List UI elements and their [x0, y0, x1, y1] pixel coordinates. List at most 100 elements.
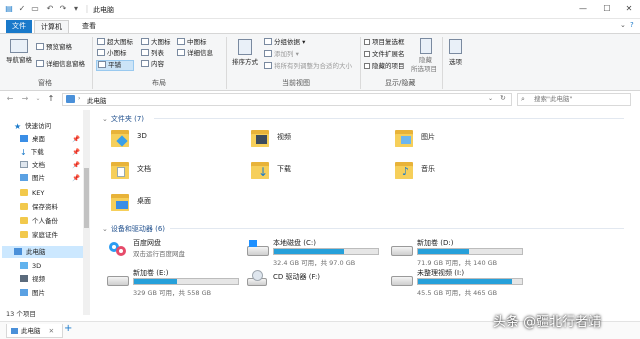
search-input[interactable]: 搜索"此电脑"	[517, 93, 631, 106]
tab-file[interactable]: 文件	[6, 20, 32, 33]
folder-3d[interactable]: 3D	[109, 128, 249, 158]
panes-group-label: 窗格	[38, 79, 52, 87]
device-size: 45.5 GB 可用，共 465 GB	[417, 289, 498, 297]
video-folder-icon	[249, 128, 271, 148]
drive-c[interactable]: 本地磁盘 (C:) 32.4 GB 可用，共 97.0 GB	[245, 238, 390, 270]
small-icons-option[interactable]: 小图标	[97, 49, 127, 58]
group-by-button[interactable]: 分组依据 ▾	[264, 38, 305, 47]
tab-this-pc[interactable]: 此电脑 ✕	[6, 324, 64, 338]
new-tab-button[interactable]: +	[64, 323, 72, 334]
drive-e[interactable]: 新加卷 (E:) 329 GB 可用，共 558 GB	[105, 268, 250, 300]
navigation-pane: ★ 快速访问 桌面 📌 ↓ 下载 📌 文档 📌 图片 📌 KEY 保存资料 个人备份 家庭证…	[0, 110, 90, 315]
folder-downloads[interactable]: ↓ 下载	[249, 160, 389, 190]
address-dropdown-icon[interactable]: ⌄	[488, 95, 493, 102]
undo-icon[interactable]: ↶	[45, 4, 55, 14]
windows-drive-icon	[247, 240, 269, 256]
details-icon	[177, 49, 185, 56]
help-icon[interactable]: ?	[630, 21, 634, 29]
forward-icon[interactable]: →	[20, 94, 30, 104]
redo-icon[interactable]: ↷	[58, 4, 68, 14]
nav-item-label: 家庭证件	[32, 231, 58, 239]
hidden-items-label: 隐藏的项目	[372, 62, 405, 70]
devices-section-header[interactable]: ⌄ 设备和驱动器 (6)	[102, 224, 624, 234]
details-option[interactable]: 详细信息	[177, 49, 213, 58]
tab-close-icon[interactable]: ✕	[49, 327, 54, 335]
hidden-items-toggle[interactable]: 隐藏的项目	[364, 62, 405, 71]
drive-usage-bar	[417, 248, 523, 255]
list-option[interactable]: 列表	[141, 49, 164, 58]
nav-scrollbar-thumb[interactable]	[84, 168, 89, 228]
nav-item-label: 下载	[30, 148, 44, 156]
folders-section-header[interactable]: ⌄ 文件夹 (7)	[102, 114, 624, 124]
customize-toolbar-icon[interactable]: ▾	[71, 4, 81, 14]
new-folder-icon[interactable]: ▭	[30, 4, 40, 14]
nav-item-label: 保存资料	[32, 203, 58, 211]
sort-by-button[interactable]: 排序方式	[232, 58, 258, 67]
add-columns-button[interactable]: 添加列 ▾	[264, 50, 299, 59]
breadcrumb-this-pc[interactable]: 此电脑	[87, 95, 107, 105]
preview-pane-button[interactable]: 预览窗格	[36, 43, 72, 52]
nav-item-label: 桌面	[32, 135, 45, 143]
collapse-chevron-icon[interactable]: ⌄	[102, 225, 108, 233]
up-icon[interactable]: ↑	[46, 94, 56, 104]
hide-selected-icon	[420, 38, 432, 54]
list-label: 列表	[151, 49, 164, 57]
pin-icon: 📌	[72, 174, 81, 182]
device-size: 329 GB 可用，共 558 GB	[133, 289, 212, 297]
device-subtitle: 双击运行百度网盘	[133, 250, 185, 258]
folder-name: 视频	[277, 133, 291, 141]
size-all-columns-button[interactable]: 将所有列调整为合适的大小	[264, 62, 352, 71]
device-name: CD 驱动器 (F:)	[273, 273, 321, 281]
hide-selected-button[interactable]: 隐藏	[419, 56, 432, 65]
options-button[interactable]: 选项	[449, 58, 462, 67]
back-icon[interactable]: ←	[5, 94, 15, 104]
computer-icon	[14, 248, 22, 255]
device-size: 32.4 GB 可用，共 97.0 GB	[273, 259, 356, 267]
xl-icons-option[interactable]: 超大图标	[97, 38, 133, 47]
details-label: 详细信息	[187, 49, 213, 57]
expand-ribbon-icon[interactable]: ⌄	[620, 21, 626, 29]
folder-desktop[interactable]: 桌面	[109, 192, 249, 222]
section-divider	[170, 228, 624, 229]
drive-usage-fill	[418, 249, 469, 254]
breadcrumb-chevron-icon[interactable]: ›	[78, 95, 80, 102]
properties-icon[interactable]: ✓	[17, 4, 27, 14]
maximize-button[interactable]: ☐	[600, 3, 614, 15]
medium-icons-option[interactable]: 中图标	[177, 38, 207, 47]
navigation-pane-button[interactable]: 导航窗格	[6, 56, 32, 65]
folder-music[interactable]: ♪ 音乐	[393, 160, 533, 190]
star-icon: ★	[14, 122, 22, 131]
tab-label: 此电脑	[21, 327, 41, 335]
baidu-netdisk[interactable]: 百度网盘 双击运行百度网盘	[105, 238, 250, 270]
details-pane-button[interactable]: 详细信息窗格	[36, 60, 85, 69]
recent-locations-icon[interactable]: ⌄	[33, 94, 43, 104]
item-checkboxes-toggle[interactable]: 项目复选框	[364, 38, 405, 47]
large-icons-option[interactable]: 大图标	[141, 38, 171, 47]
checkbox-icon	[364, 51, 370, 57]
pin-icon: 📌	[72, 135, 81, 143]
folder-pictures[interactable]: 图片	[393, 128, 533, 158]
tab-view[interactable]: 查看	[76, 20, 102, 33]
drive-f-cd[interactable]: CD 驱动器 (F:)	[245, 268, 390, 300]
refresh-icon[interactable]: ↻	[500, 94, 506, 102]
document-folder-icon	[109, 160, 131, 180]
content-icon	[141, 60, 149, 67]
details-pane-label: 详细信息窗格	[46, 60, 85, 68]
folder-videos[interactable]: 视频	[249, 128, 389, 158]
hard-drive-icon	[391, 276, 413, 286]
nav-this-pc[interactable]: 此电脑	[2, 246, 84, 258]
minimize-button[interactable]: —	[576, 3, 590, 15]
preview-pane-icon	[36, 43, 44, 50]
file-extensions-toggle[interactable]: 文件扩展名	[364, 50, 405, 59]
tab-computer[interactable]: 计算机	[34, 20, 69, 33]
tiles-option[interactable]: 平铺	[96, 60, 134, 71]
folder-documents[interactable]: 文档	[109, 160, 249, 190]
content-option[interactable]: 内容	[141, 60, 164, 69]
nav-item-label: KEY	[32, 189, 45, 197]
address-field[interactable]: › 此电脑 ⌄ ↻	[62, 93, 512, 106]
close-button[interactable]: ✕	[622, 3, 636, 15]
app-folder-icon: ▤	[5, 4, 13, 13]
collapse-chevron-icon[interactable]: ⌄	[102, 115, 108, 123]
drive-d[interactable]: 新加卷 (D:) 71.9 GB 可用，共 140 GB	[389, 238, 534, 270]
drive-i[interactable]: 未整理视频 (I:) 45.5 GB 可用，共 465 GB	[389, 268, 534, 300]
